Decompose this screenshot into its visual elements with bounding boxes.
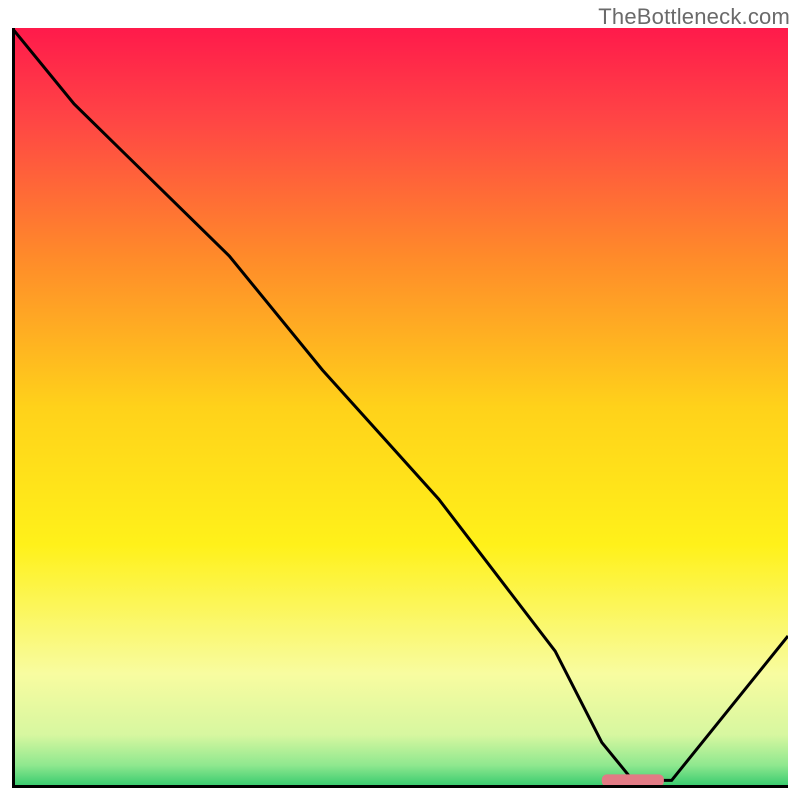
watermark-text: TheBottleneck.com bbox=[598, 4, 790, 30]
axes-frame bbox=[12, 28, 788, 788]
